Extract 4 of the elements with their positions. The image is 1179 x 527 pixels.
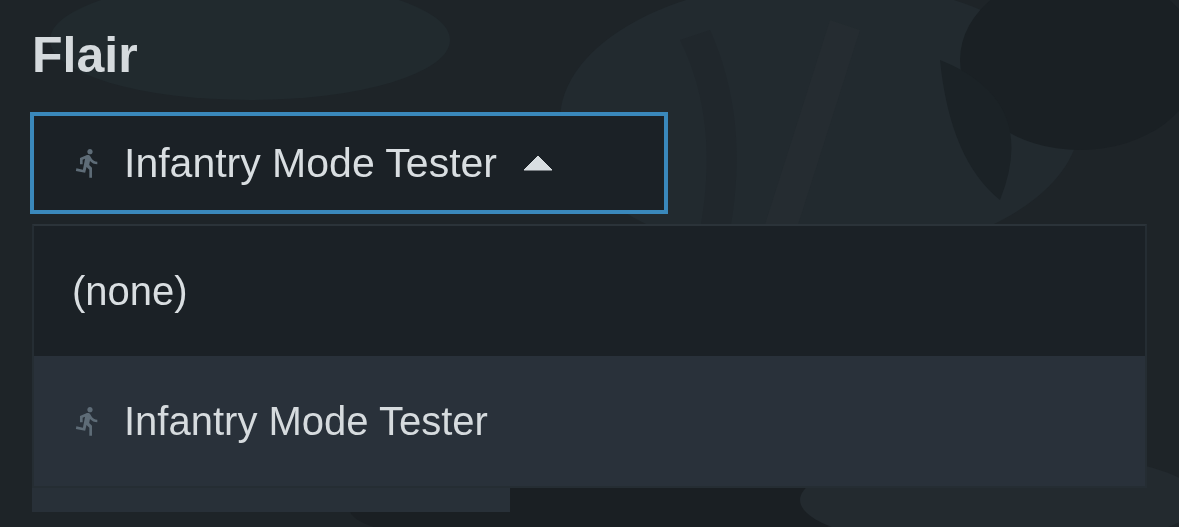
flair-dropdown[interactable]: Infantry Mode Tester: [30, 112, 668, 214]
caret-icon: [523, 155, 553, 171]
section-title: Flair: [32, 28, 138, 82]
dropdown-option[interactable]: Infantry Mode Tester: [34, 356, 1145, 486]
